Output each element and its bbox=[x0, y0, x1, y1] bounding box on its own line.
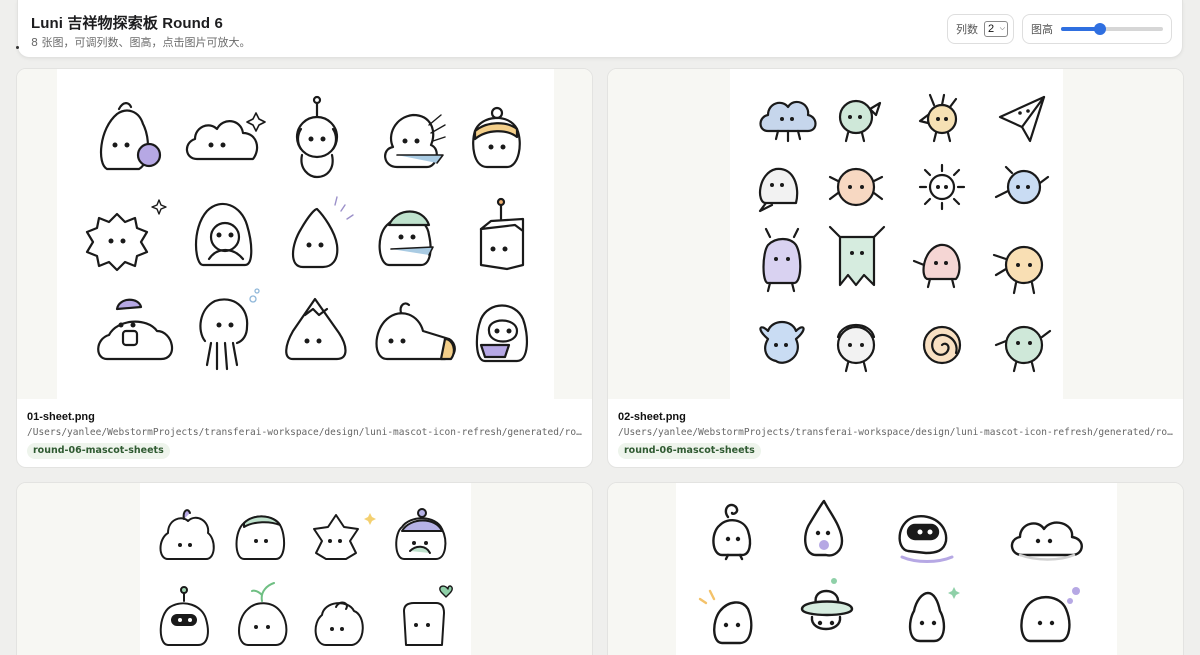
mascot-sheet-02 bbox=[758, 93, 1052, 373]
mascot-sheet-image[interactable] bbox=[676, 483, 1117, 655]
image-preview[interactable] bbox=[17, 69, 592, 399]
folder-tag: round-06-mascot-sheets bbox=[618, 443, 761, 459]
folder-tag: round-06-mascot-sheets bbox=[27, 443, 170, 459]
file-name: 01-sheet.png bbox=[27, 411, 95, 423]
chevron-down-icon: ⌵ bbox=[999, 25, 1005, 32]
mascot-sheet-01 bbox=[85, 95, 529, 371]
page-header: Luni 吉祥物探索板 Round 6 8 张图，可调列数、图高，点击图片可放大… bbox=[17, 0, 1183, 58]
slider-knob[interactable] bbox=[1093, 23, 1106, 35]
image-preview[interactable] bbox=[608, 483, 1183, 655]
mascot-sheet-04 bbox=[698, 499, 1083, 645]
image-card bbox=[16, 482, 593, 655]
mascot-sheet-image[interactable] bbox=[140, 483, 471, 655]
columns-label: 列数 bbox=[956, 23, 978, 36]
columns-select[interactable]: 2 ⌵ bbox=[984, 21, 1008, 37]
height-slider[interactable] bbox=[1061, 22, 1163, 36]
image-preview[interactable] bbox=[17, 483, 592, 655]
page-title: Luni 吉祥物探索板 Round 6 bbox=[31, 15, 223, 32]
image-preview[interactable] bbox=[608, 69, 1183, 399]
image-card: 01-sheet.png /Users/yanlee/WebstormProje… bbox=[16, 68, 593, 468]
header-dot bbox=[16, 46, 19, 49]
mascot-sheet-image[interactable] bbox=[57, 69, 554, 399]
mascot-sheet-03 bbox=[159, 508, 453, 646]
height-control: 图高 bbox=[1022, 14, 1172, 44]
file-path: /Users/yanlee/WebstormProjects/transfera… bbox=[618, 427, 1176, 438]
file-name: 02-sheet.png bbox=[618, 411, 686, 423]
height-label: 图高 bbox=[1031, 23, 1053, 36]
columns-control: 列数 2 ⌵ bbox=[947, 14, 1014, 44]
columns-value: 2 bbox=[988, 23, 995, 35]
image-card: 02-sheet.png /Users/yanlee/WebstormProje… bbox=[607, 68, 1184, 468]
file-path: /Users/yanlee/WebstormProjects/transfera… bbox=[27, 427, 585, 438]
mascot-sheet-image[interactable] bbox=[730, 69, 1063, 399]
page-subtitle: 8 张图，可调列数、图高，点击图片可放大。 bbox=[31, 36, 251, 49]
image-card bbox=[607, 482, 1184, 655]
